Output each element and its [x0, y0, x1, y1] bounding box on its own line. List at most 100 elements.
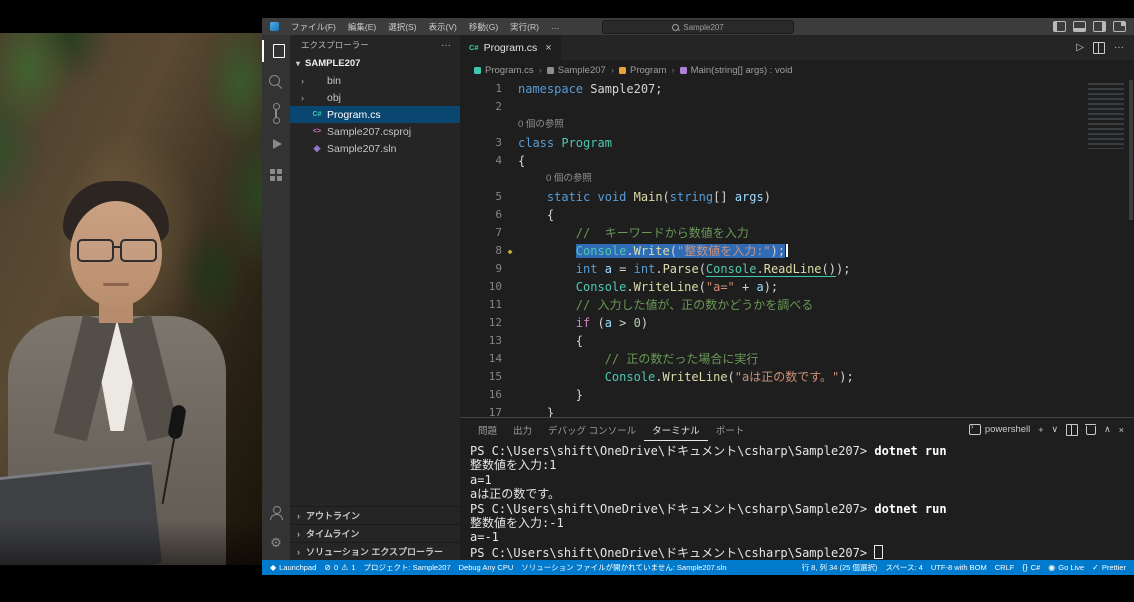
line-number: 15 — [460, 368, 502, 386]
settings-icon[interactable] — [262, 534, 290, 552]
status-indentation[interactable]: スペース: 4 — [885, 562, 922, 573]
status-label: ソリューション ファイルが開かれていません: Sample207.sln — [521, 562, 726, 573]
breadcrumb-file[interactable]: Program.cs — [474, 65, 534, 76]
minimap[interactable] — [1088, 83, 1124, 149]
code-line: 16 } — [460, 386, 1134, 404]
panel-tab[interactable]: 問題 — [470, 418, 505, 441]
close-tab-icon[interactable]: × — [545, 42, 551, 54]
status-project[interactable]: プロジェクト: Sample207 — [364, 562, 451, 573]
status-encoding[interactable]: UTF-8 with BOM — [931, 563, 987, 572]
source-control-icon[interactable] — [262, 104, 290, 122]
terminal-line: 整数値を入力:-1 — [470, 516, 1134, 530]
code-text: // 入力した値が、正の数かどうかを調べる — [518, 296, 813, 314]
extensions-icon[interactable] — [262, 166, 290, 184]
code-text: int a = int.Parse(Console.ReadLine()); — [518, 260, 850, 278]
tree-item[interactable]: ›bin — [290, 72, 460, 89]
line-number: 6 — [460, 206, 502, 224]
shell-selector[interactable]: powershell — [969, 424, 1030, 435]
menu-item[interactable]: … — [545, 21, 566, 33]
plant-right — [157, 33, 262, 338]
toggle-sidebar-icon[interactable] — [1053, 21, 1066, 32]
more-actions-icon[interactable]: ··· — [441, 40, 451, 51]
status-prettier[interactable]: ✓Prettier — [1092, 563, 1126, 572]
terminal-cursor — [874, 545, 883, 559]
status-eol[interactable]: CRLF — [995, 563, 1015, 572]
menu-bar: ファイル(F)編集(E)選択(S)表示(V)移動(G)実行(R)… — [285, 21, 565, 33]
breadcrumb-class[interactable]: Program — [619, 65, 666, 76]
search-icon — [672, 24, 679, 31]
menu-item[interactable]: 編集(E) — [342, 21, 382, 33]
toggle-panel-icon[interactable] — [1073, 21, 1086, 32]
account-icon[interactable] — [262, 504, 290, 522]
code-line: 3class Program — [460, 134, 1134, 152]
menu-item[interactable]: ファイル(F) — [285, 21, 342, 33]
tree-item[interactable]: ◈Sample207.sln — [290, 140, 460, 157]
braces-icon: {} — [1022, 563, 1027, 572]
split-editor-icon[interactable] — [1093, 42, 1105, 54]
status-problems[interactable]: ⊘0⚠1 — [324, 563, 355, 572]
explorer-sidebar: エクスプローラー ··· ▾ SAMPLE207 ›bin›objC#Progr… — [290, 35, 460, 560]
status-label: Launchpad — [279, 563, 316, 572]
tree-item[interactable]: C#Program.cs — [290, 106, 460, 123]
menu-item[interactable]: 表示(V) — [423, 21, 463, 33]
section-label: タイムライン — [306, 527, 359, 540]
project-root[interactable]: ▾ SAMPLE207 — [290, 55, 460, 72]
line-number: 11 — [460, 296, 502, 314]
toggle-secondary-sidebar-icon[interactable] — [1093, 21, 1106, 32]
split-terminal-icon[interactable] — [1066, 424, 1078, 436]
sidebar-section[interactable]: ›アウトライン — [290, 506, 460, 524]
status-language[interactable]: {}C# — [1022, 563, 1040, 572]
sidebar-section[interactable]: ›ソリューション エクスプローラー — [290, 542, 460, 560]
codelens-references[interactable]: 0 個の参照 — [518, 116, 564, 134]
close-panel-icon[interactable]: × — [1119, 425, 1124, 435]
explorer-icon[interactable] — [262, 42, 290, 60]
tree-item[interactable]: ›obj — [290, 89, 460, 106]
code-text: Console.Write("整数値を入力:"); — [518, 242, 788, 260]
method-symbol-icon — [680, 67, 687, 74]
run-code-icon[interactable]: ▷ — [1076, 42, 1084, 53]
terminal-output[interactable]: PS C:\Users\shift\OneDrive\ドキュメント\csharp… — [460, 441, 1134, 560]
tab-program-cs[interactable]: C# Program.cs × — [460, 35, 561, 60]
more-editor-actions-icon[interactable]: ··· — [1114, 42, 1124, 53]
titlebar-actions — [1053, 21, 1126, 32]
customize-layout-icon[interactable] — [1113, 21, 1126, 32]
search-icon[interactable] — [262, 73, 290, 91]
shell-dropdown-icon[interactable]: ∨ — [1052, 424, 1059, 435]
panel-tab[interactable]: ターミナル — [644, 418, 708, 441]
warnings-icon: ⚠ — [341, 563, 348, 572]
code-line: 11 // 入力した値が、正の数かどうかを調べる — [460, 296, 1134, 314]
tree-item-label: Sample207.sln — [327, 143, 396, 155]
menu-item[interactable]: 実行(R) — [504, 21, 545, 33]
panel-tab[interactable]: デバッグ コンソール — [540, 418, 644, 441]
panel-tabs: 問題出力デバッグ コンソールターミナルポート — [470, 418, 752, 441]
code-line: 5 static void Main(string[] args) — [460, 188, 1134, 206]
errors-count: 0 — [334, 563, 338, 572]
terminal-line: PS C:\Users\shift\OneDrive\ドキュメント\csharp… — [470, 545, 1134, 559]
menu-item[interactable]: 選択(S) — [382, 21, 422, 33]
sidebar-section[interactable]: ›タイムライン — [290, 524, 460, 542]
breadcrumb-namespace[interactable]: Sample207 — [547, 65, 606, 76]
tree-item[interactable]: <>Sample207.csproj — [290, 123, 460, 140]
maximize-panel-icon[interactable]: ∧ — [1104, 424, 1111, 435]
new-terminal-icon[interactable]: + — [1038, 425, 1043, 435]
code-line: 4{ — [460, 152, 1134, 170]
status-solution[interactable]: ソリューション ファイルが開かれていません: Sample207.sln — [521, 562, 726, 573]
breadcrumb-method[interactable]: Main(string[] args) : void — [680, 65, 793, 76]
sidebar-header: エクスプローラー ··· — [290, 35, 460, 55]
terminal-icon — [969, 424, 981, 435]
command-center-search[interactable]: Sample207 — [602, 20, 794, 34]
menu-item[interactable]: 移動(G) — [463, 21, 504, 33]
activity-bar — [262, 35, 290, 560]
status-launchpad[interactable]: ◆Launchpad — [270, 563, 316, 572]
editor-area: C# Program.cs × ▷ ··· Program.cs›Sample2… — [460, 35, 1134, 560]
status-go-live[interactable]: ◉Go Live — [1048, 563, 1084, 572]
status-build-config[interactable]: Debug Any CPU — [459, 563, 514, 572]
codelens-references[interactable]: 0 個の参照 — [518, 170, 592, 188]
panel-tab[interactable]: 出力 — [505, 418, 540, 441]
kill-terminal-icon[interactable] — [1086, 426, 1096, 435]
status-cursor-position[interactable]: 行 8, 列 34 (25 個選択) — [802, 562, 878, 573]
launchpad-icon: ◆ — [270, 563, 276, 572]
code-editor[interactable]: 1namespace Sample207;20 個の参照3class Progr… — [460, 80, 1134, 417]
panel-tab[interactable]: ポート — [708, 418, 753, 441]
run-debug-icon[interactable] — [262, 135, 290, 153]
